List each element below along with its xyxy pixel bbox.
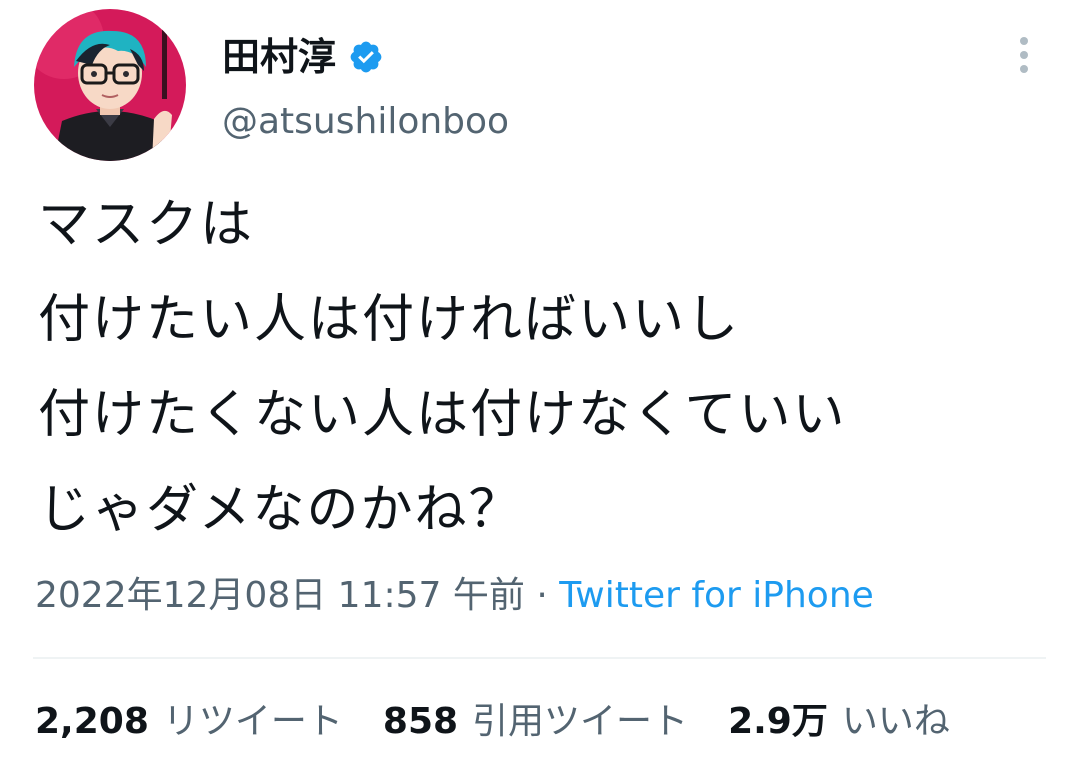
tweet-text-line: 付けたい人は付ければいいし bbox=[38, 290, 741, 350]
quotes-count: 858 bbox=[382, 701, 459, 742]
tweet-meta: 2022年12月08日 11:57 午前 · Twitter for iPhon… bbox=[35, 574, 874, 617]
author-avatar[interactable] bbox=[34, 9, 186, 161]
retweets-stat[interactable]: 2,208 リツイート bbox=[35, 700, 343, 743]
tweet-timestamp[interactable]: 2022年12月08日 11:57 午前 bbox=[35, 575, 525, 616]
tweet-text-line: 付けたくない人は付けなくていい bbox=[38, 385, 847, 445]
verified-badge-icon bbox=[348, 39, 384, 75]
tweet-text-line: マスクは bbox=[38, 195, 255, 255]
more-vertical-icon bbox=[1020, 37, 1028, 73]
author-handle[interactable]: @atsushilonboo bbox=[222, 100, 509, 143]
tweet-stats: 2,208 リツイート 858 引用ツイート 2.9万 いいね bbox=[35, 700, 990, 743]
divider bbox=[33, 657, 1046, 659]
tweet-text: マスクは 付けたい人は付ければいいし 付けたくない人は付けなくていい じゃダメな… bbox=[38, 178, 1048, 558]
tweet-text-line: じゃダメなのかね？ bbox=[38, 480, 523, 540]
meta-separator: · bbox=[536, 575, 548, 616]
likes-stat[interactable]: 2.9万 いいね bbox=[728, 700, 950, 743]
likes-label: いいね bbox=[841, 701, 950, 742]
likes-count: 2.9万 bbox=[728, 701, 828, 742]
more-options-button[interactable] bbox=[1004, 30, 1044, 80]
quotes-stat[interactable]: 858 引用ツイート bbox=[383, 700, 688, 743]
retweets-count: 2,208 bbox=[35, 701, 149, 742]
display-name[interactable]: 田村淳 bbox=[222, 38, 336, 76]
quotes-label: 引用ツイート bbox=[472, 701, 689, 742]
avatar-illustration bbox=[34, 9, 186, 161]
display-name-row: 田村淳 bbox=[222, 30, 384, 84]
tweet-source-link[interactable]: Twitter for iPhone bbox=[559, 575, 874, 616]
retweets-label: リツイート bbox=[162, 701, 343, 742]
